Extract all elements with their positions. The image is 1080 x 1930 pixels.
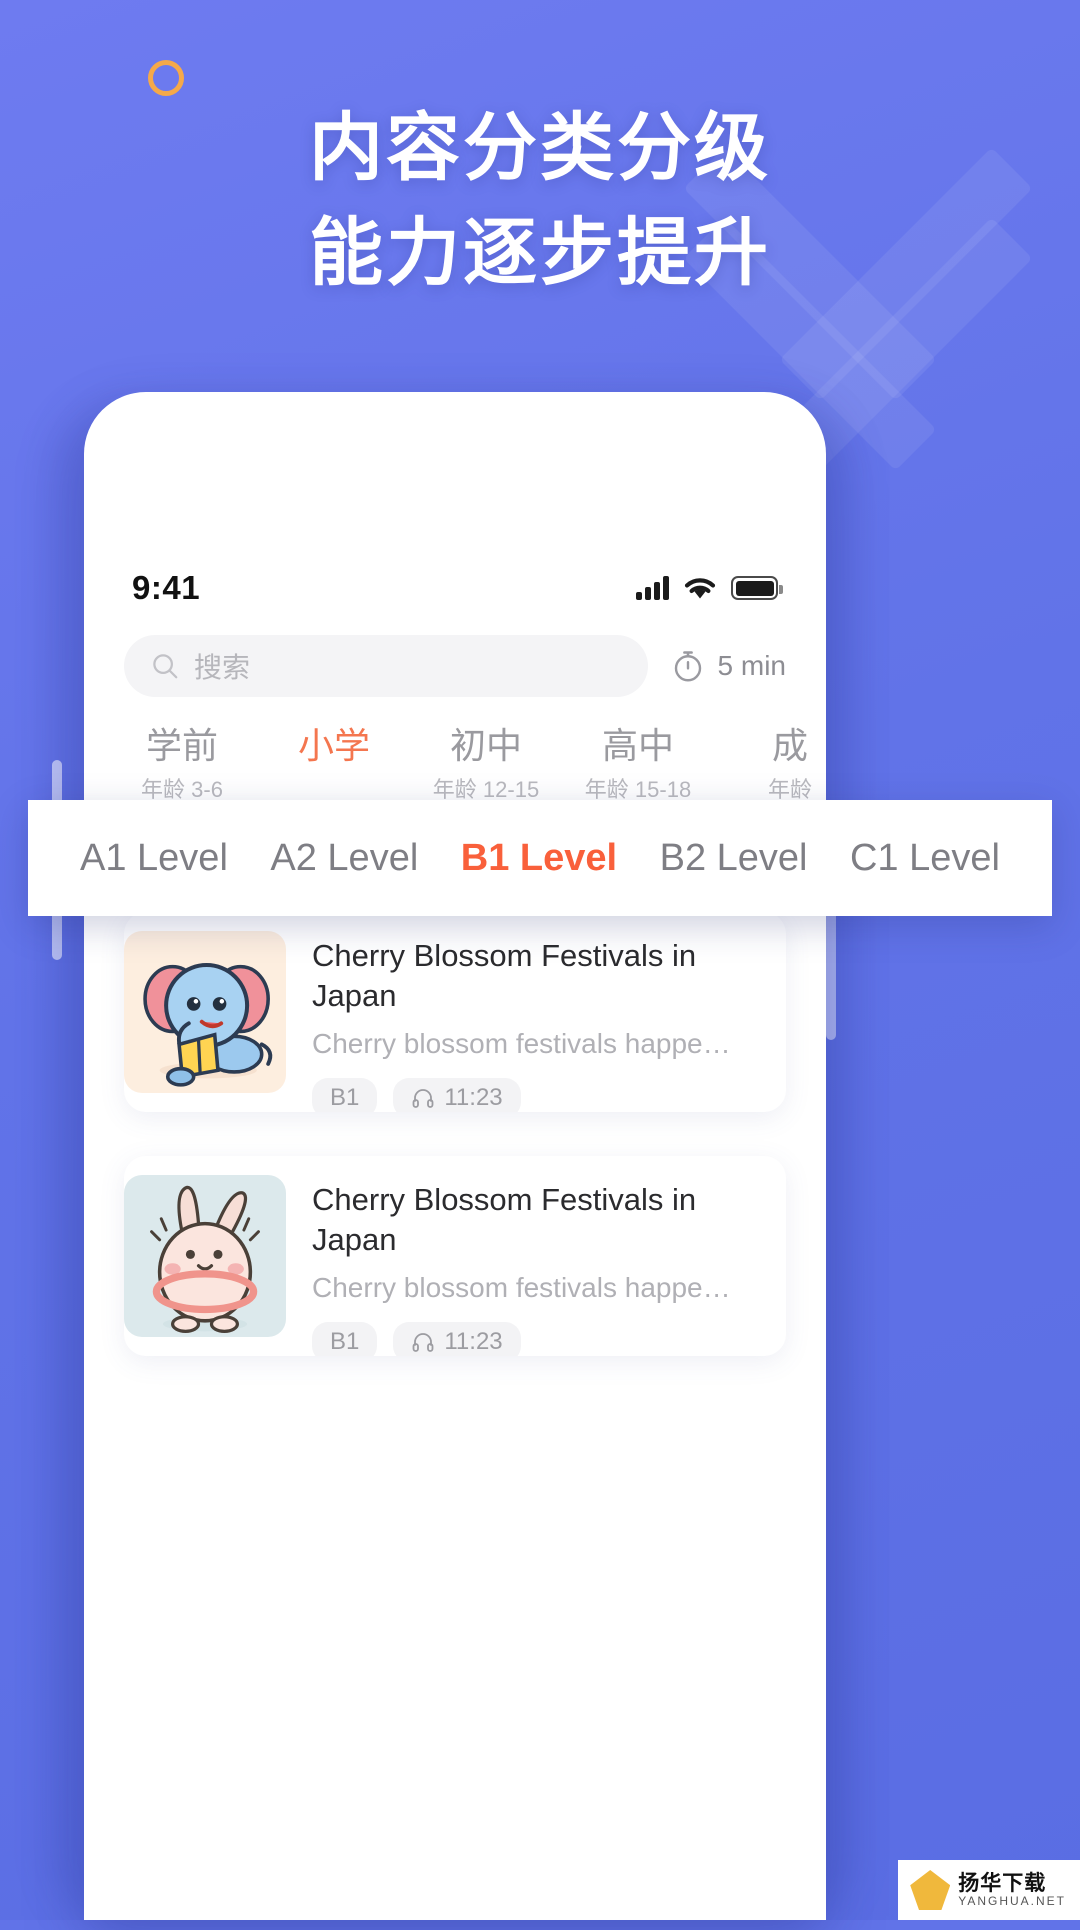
grade-tab-label: 小学 [297,725,370,766]
grade-tab-preschool[interactable]: 学前 年龄 3-6 [106,722,258,810]
overlay-level-tab-a1[interactable]: A1 Level [80,837,228,880]
level-badge: B1 [312,1322,378,1356]
search-input[interactable]: 搜索 [124,635,648,697]
search-icon [153,654,178,679]
lesson-title: Cherry Blossom Festivals in Japan [312,938,697,1013]
overlay-level-tab-a2[interactable]: A2 Level [270,837,418,880]
list-item[interactable]: Cherry Blossom Festivals in Japan Cherry… [124,1156,786,1356]
watermark-logo-icon [910,1870,951,1910]
headphones-icon [412,1089,434,1108]
level-tab-overlay: A1 Level A2 Level B1 Level B2 Level C1 L… [28,800,1052,916]
grade-tab-bar: 学前 年龄 3-6 小学 年龄 6-12 初中 年龄 12-15 高中 年龄 1… [84,722,826,812]
battery-icon [731,576,783,600]
lesson-meta: B1 11:23 [312,1078,764,1112]
grade-tab-label: 成 [771,725,808,766]
overlay-level-tab-c1[interactable]: C1 Level [850,837,1000,880]
watermark-domain: YANGHUA.NET [958,1893,1066,1908]
level-badge: B1 [312,1078,378,1112]
status-icon-group [636,576,783,601]
search-placeholder: 搜索 [194,652,251,683]
daily-timer[interactable]: 5 min [670,648,786,684]
watermark: 扬华下载 YANGHUA.NET [898,1860,1080,1920]
lesson-description: Cherry blossom festivals happe… [312,1028,731,1059]
watermark-text: 扬华下载 YANGHUA.NET [958,1871,1066,1908]
search-row: 搜索 5 min [84,635,826,697]
status-clock: 9:41 [132,569,201,606]
stopwatch-icon [674,651,701,682]
wifi-icon [684,577,716,598]
status-bar: 9:41 [84,560,826,616]
grade-tab-middle[interactable]: 初中 年龄 12-15 [410,722,562,810]
headphones-icon [412,1333,434,1352]
cellular-signal-icon [636,576,669,600]
overlay-level-tab-b2[interactable]: B2 Level [660,837,808,880]
hero-line-2: 能力逐步提升 [309,211,771,294]
grade-tab-primary[interactable]: 小学 年龄 6-12 [258,722,410,812]
hero-line-1: 内容分类分级 [309,106,771,189]
duration-text: 11:23 [444,1084,503,1111]
decorative-ring-icon [148,60,184,96]
elephant-reading-illustration [124,931,286,1093]
grade-tab-label: 学前 [145,725,218,766]
lesson-description: Cherry blossom festivals happe… [312,1272,731,1303]
timer-label: 5 min [717,650,786,681]
lesson-title: Cherry Blossom Festivals in Japan [312,1182,697,1257]
hero-headline: 内容分类分级 能力逐步提升 [0,95,1080,305]
lesson-body: Cherry Blossom Festivals in Japan Cherry… [286,912,786,1112]
lesson-meta: B1 11:23 [312,1322,764,1356]
grade-tab-label: 初中 [449,725,522,766]
watermark-name: 扬华下载 [958,1871,1047,1895]
lesson-list: Cherry Blossom Festivals in Japan Cherry… [84,912,826,1400]
grade-tab-adult[interactable]: 成 年龄 [714,722,826,810]
grade-tab-high[interactable]: 高中 年龄 15-18 [562,722,714,810]
phone-mockup: 9:41 搜索 5 min 学前 年龄 3-6 小学 年龄 6-12 初中 年龄… [84,392,826,1920]
list-item[interactable]: Cherry Blossom Festivals in Japan Cherry… [124,912,786,1112]
overlay-level-tab-b1[interactable]: B1 Level [461,837,617,880]
duration-text: 11:23 [444,1328,503,1355]
rabbit-hula-hoop-illustration [124,1175,286,1337]
duration-badge: 11:23 [393,1322,521,1356]
grade-tab-label: 高中 [601,725,674,766]
duration-badge: 11:23 [393,1078,521,1112]
lesson-body: Cherry Blossom Festivals in Japan Cherry… [286,1156,786,1356]
